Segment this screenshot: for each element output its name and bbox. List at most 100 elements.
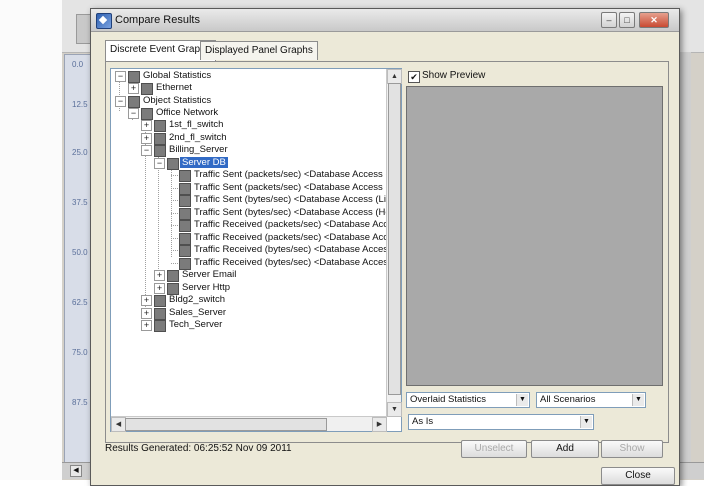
show-preview-label: Show Preview [422, 70, 486, 81]
statistics-tree[interactable]: − Global Statistics + Ethernet − Object … [110, 68, 402, 432]
chevron-down-icon[interactable]: ▼ [580, 416, 592, 428]
folder-icon [154, 320, 166, 332]
unselect-button[interactable]: Unselect [461, 440, 527, 458]
dialog-title: Compare Results [115, 14, 200, 26]
dropdown-value: All Scenarios [540, 394, 596, 405]
scroll-right-button[interactable]: ▶ [372, 417, 387, 432]
minimize-button[interactable]: – [601, 12, 617, 28]
tree-node-label: Server Http [182, 282, 231, 293]
collapse-toggle[interactable]: − [128, 108, 139, 119]
tree-node-label-selected: Server DB [180, 157, 385, 169]
maximize-button[interactable]: □ [619, 12, 635, 28]
expand-toggle[interactable]: + [154, 270, 165, 281]
tree-node-label: Object Statistics [143, 95, 212, 106]
desktop-left [0, 0, 62, 480]
axis-tick: 75.0 [72, 348, 88, 357]
expand-toggle[interactable]: + [141, 120, 152, 131]
collapse-toggle[interactable]: − [141, 145, 152, 156]
collapse-toggle[interactable]: − [115, 96, 126, 107]
tree-node-label: Office Network [156, 107, 219, 118]
folder-icon [154, 120, 166, 132]
folder-icon [154, 295, 166, 307]
tree-node-label: Sales_Server [169, 307, 227, 318]
dropdown-value: As Is [412, 416, 434, 427]
folder-icon [154, 308, 166, 320]
tree-line [171, 188, 178, 189]
tree-node-label: Global Statistics [143, 70, 212, 81]
dropdown-value: Overlaid Statistics [410, 394, 487, 405]
tree-line [171, 263, 178, 264]
tree-node-label: 2nd_fl_switch [169, 132, 227, 143]
tree-node-label: 1st_fl_switch [169, 119, 224, 130]
expand-toggle[interactable]: + [128, 83, 139, 94]
folder-icon [141, 108, 153, 120]
scroll-left-button[interactable]: ◀ [70, 465, 82, 477]
axis-tick: 12.5 [72, 100, 88, 109]
chevron-down-icon[interactable]: ▼ [632, 394, 644, 406]
results-generated-status: Results Generated: 06:25:52 Nov 09 2011 [105, 443, 292, 454]
show-preview-checkbox[interactable]: ✔ [408, 71, 420, 83]
preview-pane [406, 86, 663, 386]
statistic-label: Traffic Received (packets/sec) <Database… [194, 232, 387, 243]
axis-tick: 25.0 [72, 148, 88, 157]
tree-line [171, 225, 178, 226]
statistic-label: Traffic Received (bytes/sec) <Database A… [194, 244, 387, 255]
selection-highlight: Server DB [180, 157, 228, 168]
statistic-icon [179, 220, 191, 232]
expand-toggle[interactable]: + [141, 320, 152, 331]
scroll-up-button[interactable]: ▲ [387, 69, 402, 84]
tree-horizontal-scrollbar[interactable]: ◀ ▶ [111, 416, 387, 432]
tree-line [158, 157, 159, 281]
axis-tick: 87.5 [72, 398, 88, 407]
axis-tick: 62.5 [72, 298, 88, 307]
scenario-dropdown[interactable]: All Scenarios ▼ [536, 392, 646, 408]
folder-icon [154, 133, 166, 145]
axis-tick: 50.0 [72, 248, 88, 257]
tree-node-label: Tech_Server [169, 319, 223, 330]
expand-toggle[interactable]: + [154, 283, 165, 294]
statistic-label: Traffic Sent (packets/sec) <Database Acc… [194, 169, 387, 180]
statistic-label: Traffic Sent (bytes/sec) <Database Acces… [194, 207, 387, 218]
tree-line [171, 200, 178, 201]
folder-icon [167, 270, 179, 282]
tree-line [171, 213, 178, 214]
show-button[interactable]: Show [601, 440, 663, 458]
folder-icon [128, 71, 140, 83]
tree-node-label: Server Email [182, 269, 237, 280]
tree-line [171, 175, 178, 176]
compare-results-dialog: Compare Results – □ ✕ Discrete Event Gra… [90, 8, 680, 486]
axis-tick: 0.0 [72, 60, 84, 69]
tab-panel: − Global Statistics + Ethernet − Object … [105, 61, 669, 443]
scroll-thumb[interactable] [125, 418, 327, 431]
chevron-down-icon[interactable]: ▼ [516, 394, 528, 406]
scroll-thumb[interactable] [388, 83, 401, 395]
filter-dropdown[interactable]: As Is ▼ [408, 414, 594, 430]
collapse-toggle[interactable]: − [115, 71, 126, 82]
folder-icon [128, 96, 140, 108]
tree-node-label: Bldg2_switch [169, 294, 225, 305]
tree-node-label: Billing_Server [169, 144, 228, 155]
statistic-icon [179, 170, 191, 182]
statistic-icon [179, 195, 191, 207]
close-window-button[interactable]: ✕ [639, 12, 669, 28]
tree-node-label: Ethernet [156, 82, 192, 93]
collapse-toggle[interactable]: − [154, 158, 165, 169]
add-button[interactable]: Add [531, 440, 599, 458]
stat-mode-dropdown[interactable]: Overlaid Statistics ▼ [406, 392, 530, 408]
expand-toggle[interactable]: + [141, 133, 152, 144]
statistic-label: Traffic Received (bytes/sec) <Database A… [194, 257, 387, 268]
statistic-icon [179, 233, 191, 245]
statistic-label: Traffic Received (packets/sec) <Database… [194, 219, 387, 230]
expand-toggle[interactable]: + [141, 308, 152, 319]
tree-line [171, 250, 178, 251]
statistic-label: Traffic Sent (bytes/sec) <Database Acces… [194, 194, 387, 205]
expand-toggle[interactable]: + [141, 295, 152, 306]
folder-icon [167, 158, 179, 170]
title-bar[interactable]: Compare Results – □ ✕ [91, 9, 679, 32]
tab-displayed-panel-graphs[interactable]: Displayed Panel Graphs [200, 41, 318, 60]
scroll-left-button[interactable]: ◀ [111, 417, 126, 432]
tree-vertical-scrollbar[interactable]: ▲ ▼ [386, 69, 402, 417]
scroll-down-button[interactable]: ▼ [387, 402, 402, 417]
close-button[interactable]: Close [601, 467, 675, 485]
tree-viewport: − Global Statistics + Ethernet − Object … [111, 69, 387, 417]
